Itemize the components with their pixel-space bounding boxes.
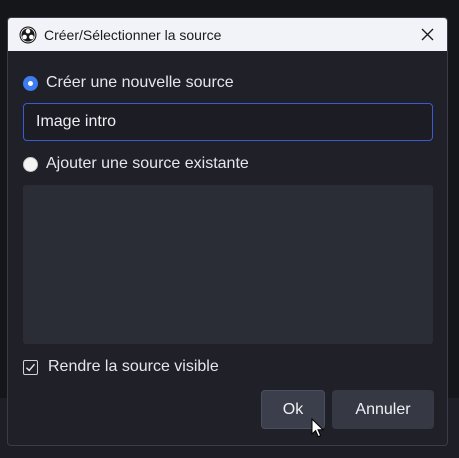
add-existing-source-option[interactable]: Ajouter une source existante [23,155,249,173]
obs-logo-icon [19,26,37,44]
cancel-button[interactable]: Annuler [332,390,434,429]
create-new-source-option[interactable]: Créer une nouvelle source [23,74,234,92]
add-existing-label: Ajouter une source existante [46,155,249,172]
add-existing-radio[interactable] [23,156,38,172]
create-new-radio[interactable] [23,75,38,91]
dialog-title: Créer/Sélectionner la source [44,27,222,43]
checkmark-icon [26,363,36,372]
close-icon [421,28,433,41]
close-button[interactable] [407,18,447,51]
title-bar: Créer/Sélectionner la source [8,18,447,51]
make-visible-checkbox[interactable] [23,359,38,375]
make-visible-option[interactable]: Rendre la source visible [23,358,219,376]
existing-sources-list[interactable] [23,185,433,344]
make-visible-label: Rendre la source visible [48,358,219,375]
create-new-label: Créer une nouvelle source [46,74,234,91]
mouse-cursor-icon [311,418,325,438]
create-select-source-dialog: Créer/Sélectionner la source Créer une n… [7,17,448,446]
source-name-input[interactable] [23,103,433,141]
